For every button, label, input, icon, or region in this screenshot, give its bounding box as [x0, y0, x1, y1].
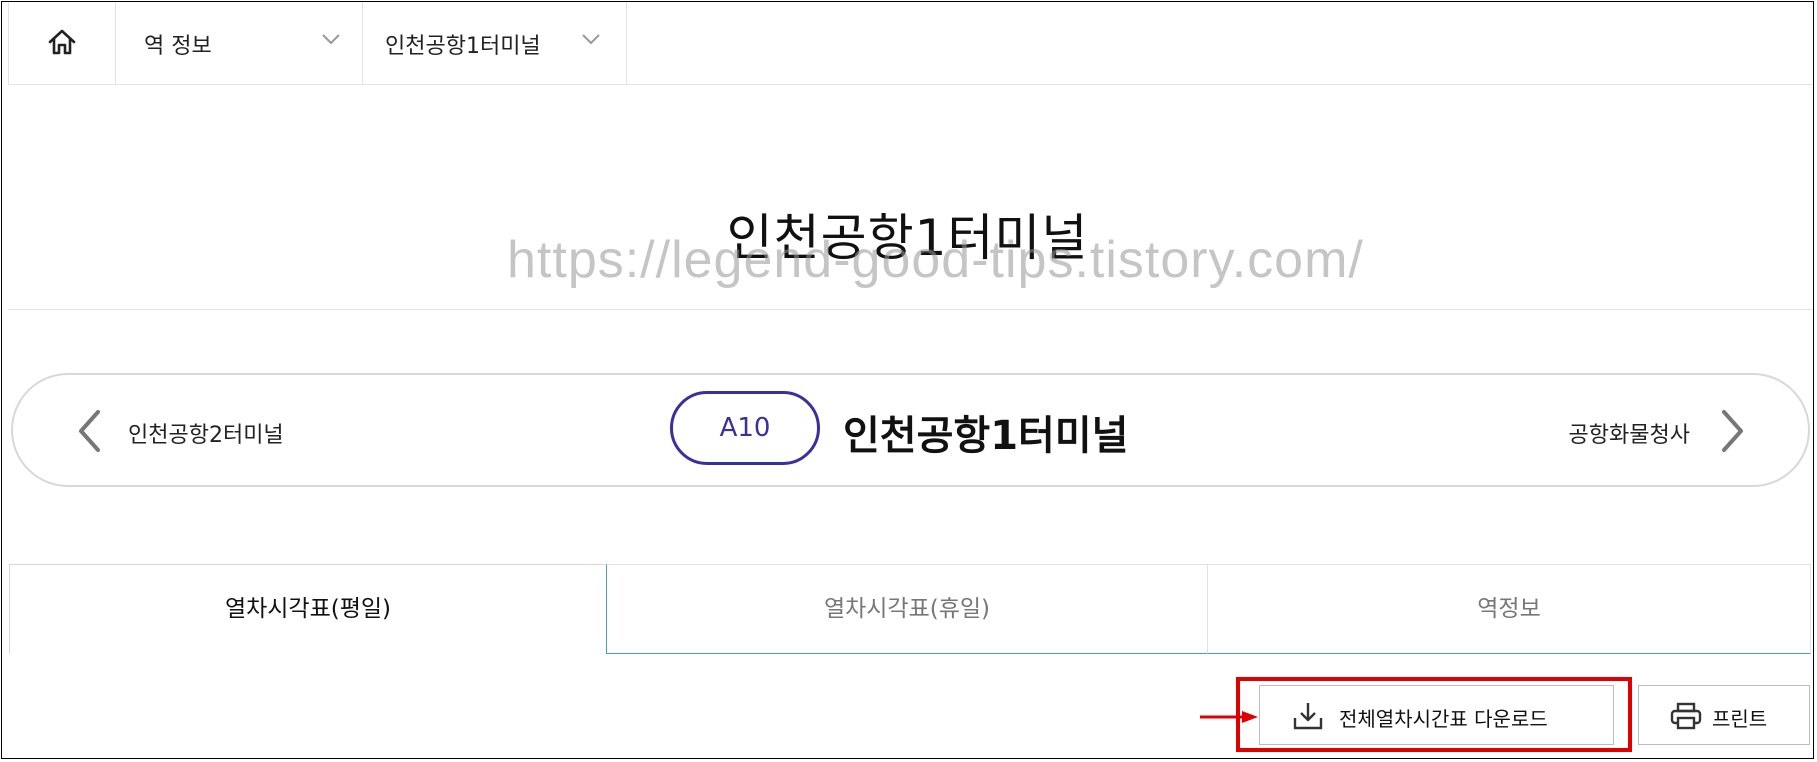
breadcrumb-label: 역 정보 [144, 34, 212, 59]
station-name: 인천공항1터미널 [843, 413, 1129, 459]
divider [8, 309, 1813, 310]
breadcrumb: 역 정보 인천공항1터미널 [8, 2, 1813, 85]
print-button[interactable]: 프린트 [1638, 685, 1810, 745]
station-navigator: 인천공항2터미널 A10 인천공항1터미널 공항화물청사 [11, 373, 1810, 487]
breadcrumb-home[interactable] [8, 2, 116, 84]
chevron-right-icon[interactable] [1720, 409, 1746, 453]
print-button-label: 프린트 [1712, 707, 1768, 731]
download-timetable-button[interactable]: 전체열차시간표 다운로드 [1259, 685, 1614, 745]
breadcrumb-station-info[interactable]: 역 정보 [116, 2, 363, 84]
tab-weekday-timetable[interactable]: 열차시각표(평일) [9, 564, 607, 654]
tab-holiday-timetable[interactable]: 열차시각표(휴일) [607, 564, 1207, 654]
home-icon [48, 29, 76, 55]
download-icon [1293, 703, 1323, 730]
chevron-down-icon [322, 34, 340, 45]
printer-icon [1670, 702, 1702, 730]
download-button-label: 전체열차시간표 다운로드 [1339, 707, 1548, 731]
tab-station-info[interactable]: 역정보 [1207, 564, 1811, 654]
breadcrumb-label: 인천공항1터미널 [385, 34, 541, 59]
page-frame: 역 정보 인천공항1터미널 인천공항1터미널 https://legend-go… [1, 1, 1814, 759]
next-station-link[interactable]: 공항화물청사 [1569, 417, 1690, 449]
station-code-badge: A10 [670, 391, 820, 465]
chevron-down-icon [582, 34, 600, 45]
breadcrumb-station-select[interactable]: 인천공항1터미널 [363, 2, 627, 84]
chevron-left-icon[interactable] [76, 409, 102, 453]
prev-station-link[interactable]: 인천공항2터미널 [128, 417, 284, 449]
page-title: 인천공항1터미널 [726, 209, 1089, 267]
timetable-tabs: 열차시각표(평일) 열차시각표(휴일) 역정보 [9, 564, 1811, 654]
